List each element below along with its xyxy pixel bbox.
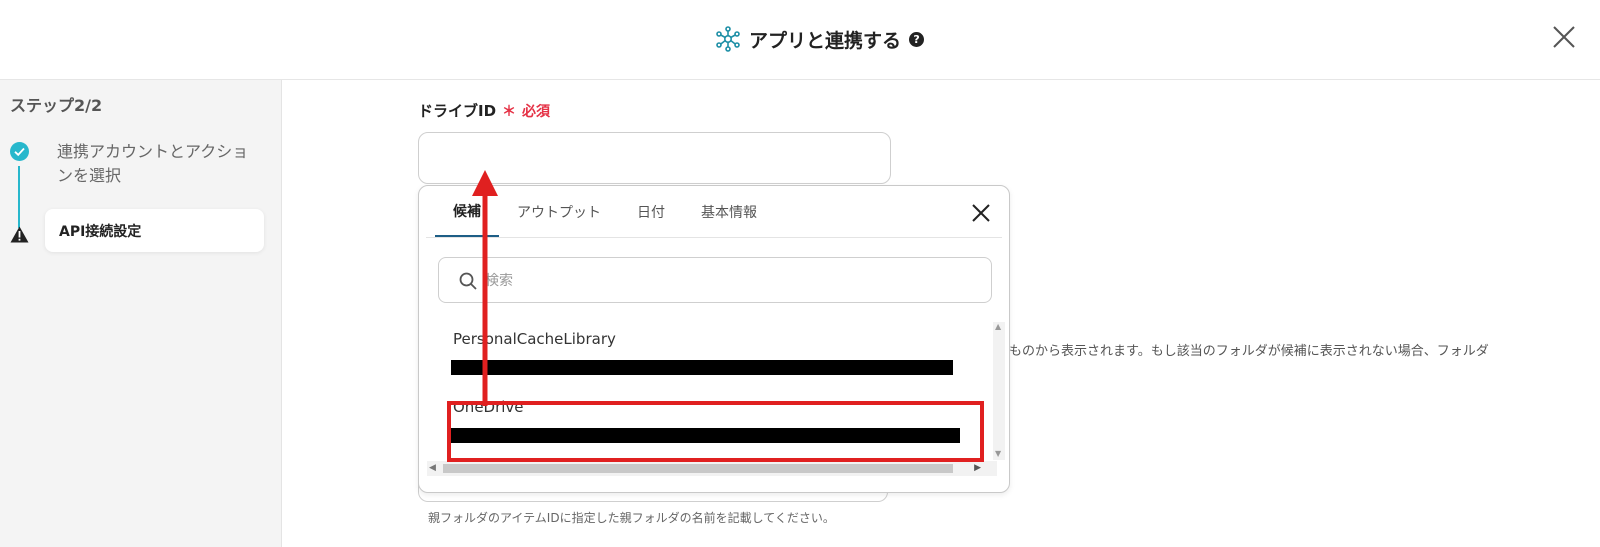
suggestion-popover: 候補 アウトプット 日付 基本情報 PersonalCacheLibrary O… [418, 185, 1010, 493]
scrollbar-thumb[interactable] [443, 464, 953, 473]
scroll-left-icon[interactable]: ◀ [429, 463, 436, 473]
step-2-current[interactable]: API接続設定 [45, 209, 264, 252]
redacted-bar [451, 428, 960, 443]
search-input[interactable] [485, 268, 975, 294]
help-icon[interactable]: ? [909, 31, 925, 47]
tab-basic-info[interactable]: 基本情報 [683, 186, 775, 238]
list-item[interactable]: PersonalCacheLibrary [427, 322, 987, 390]
suggestion-list: PersonalCacheLibrary OneDrive [427, 322, 1005, 462]
vertical-scrollbar[interactable]: ▲ ▼ [993, 322, 1005, 460]
page-title: アプリと連携する [749, 29, 902, 52]
scroll-up-icon[interactable]: ▲ [995, 322, 1001, 331]
scroll-down-icon[interactable]: ▼ [995, 449, 1001, 458]
parent-folder-help: 親フォルダのアイテムIDに指定した親フォルダの名前を記載してください。 [428, 511, 835, 525]
field-description: ものから表示されます。もし該当のフォルダが候補に表示されない場合、フォルダ [1009, 344, 1489, 359]
list-item[interactable]: OneDrive [427, 390, 987, 458]
tab-suggestions[interactable]: 候補 [435, 186, 499, 238]
scroll-right-icon[interactable]: ▶ [974, 463, 981, 473]
close-icon[interactable] [970, 202, 992, 224]
check-circle-icon [10, 142, 29, 161]
step-1-label[interactable]: 連携アカウントとアクションを選択 [57, 140, 257, 188]
search-icon [459, 272, 477, 290]
tab-date[interactable]: 日付 [619, 186, 683, 238]
drive-id-label: ドライブID [418, 102, 497, 120]
close-icon[interactable] [1551, 24, 1577, 50]
search-box [438, 257, 992, 303]
modal-header: アプリと連携する ? [0, 0, 1600, 80]
step-sidebar: ステップ2/2 連携アカウントとアクションを選択 API接続設定 [0, 80, 282, 547]
step-count: ステップ2/2 [10, 96, 103, 115]
tab-divider [426, 237, 1002, 238]
step-timeline [18, 166, 20, 228]
header-title-group: アプリと連携する ? [715, 24, 925, 54]
list-item-name: OneDrive [453, 398, 524, 416]
horizontal-scrollbar[interactable]: ◀ ▶ [427, 461, 997, 476]
redacted-bar [451, 360, 953, 375]
required-asterisk: ＊ [502, 103, 517, 120]
drive-id-label-group: ドライブID ＊ 必須 [418, 100, 550, 121]
list-item-name: PersonalCacheLibrary [453, 330, 616, 348]
popover-tabs: 候補 アウトプット 日付 基本情報 [435, 186, 775, 238]
network-hub-icon [716, 26, 740, 52]
required-label: 必須 [522, 103, 551, 120]
tab-output[interactable]: アウトプット [499, 186, 619, 238]
drive-id-input[interactable] [418, 132, 891, 184]
warning-triangle-icon [10, 226, 29, 243]
